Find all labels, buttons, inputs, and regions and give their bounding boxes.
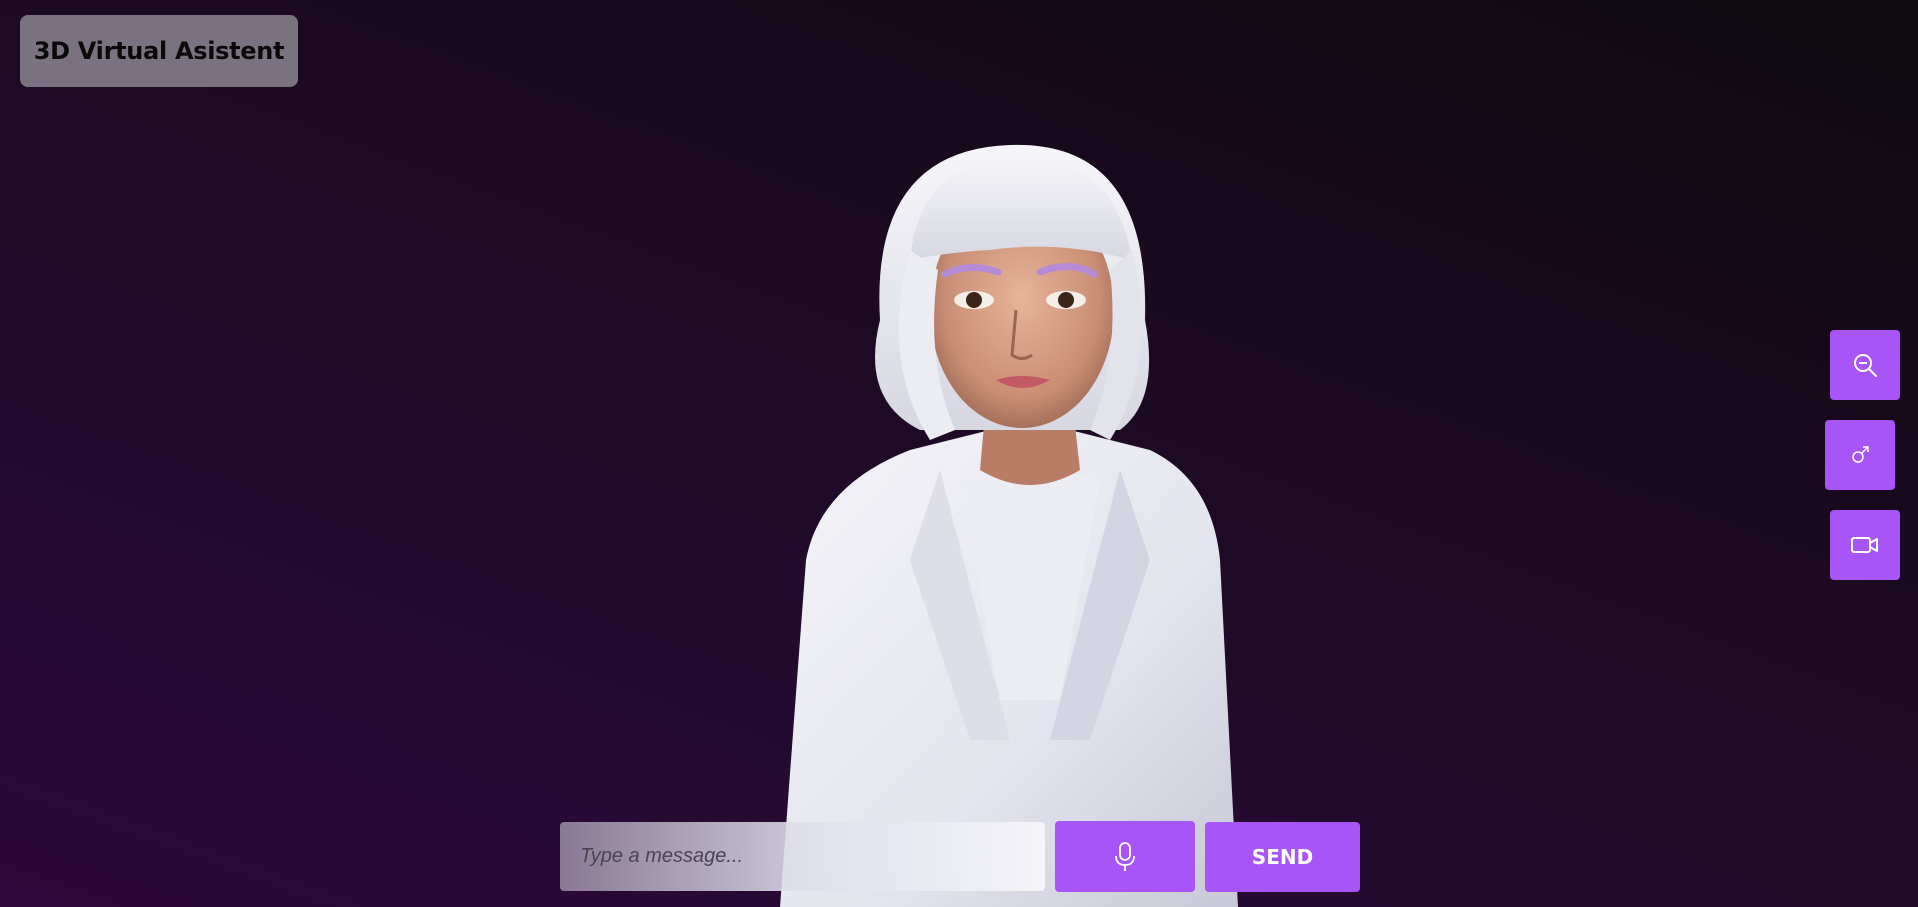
- app-title-badge: 3D Virtual Asistent: [20, 15, 298, 87]
- message-input[interactable]: [560, 822, 1045, 891]
- send-button[interactable]: SEND: [1205, 822, 1360, 892]
- switch-avatar-gender-button[interactable]: [1825, 420, 1895, 490]
- camera-view-button[interactable]: [1830, 510, 1900, 580]
- male-symbol-icon: [1852, 446, 1869, 463]
- avatar-3d-model[interactable]: [760, 140, 1300, 907]
- video-camera-icon: [1851, 537, 1878, 553]
- microphone-button[interactable]: [1055, 821, 1195, 892]
- zoom-out-button[interactable]: [1830, 330, 1900, 400]
- zoom-out-icon: [1854, 354, 1877, 377]
- app-title: 3D Virtual Asistent: [33, 37, 285, 65]
- microphone-icon: [1115, 841, 1135, 871]
- app-stage: 3D Virtual Asistent Type a message... SE…: [0, 0, 1918, 907]
